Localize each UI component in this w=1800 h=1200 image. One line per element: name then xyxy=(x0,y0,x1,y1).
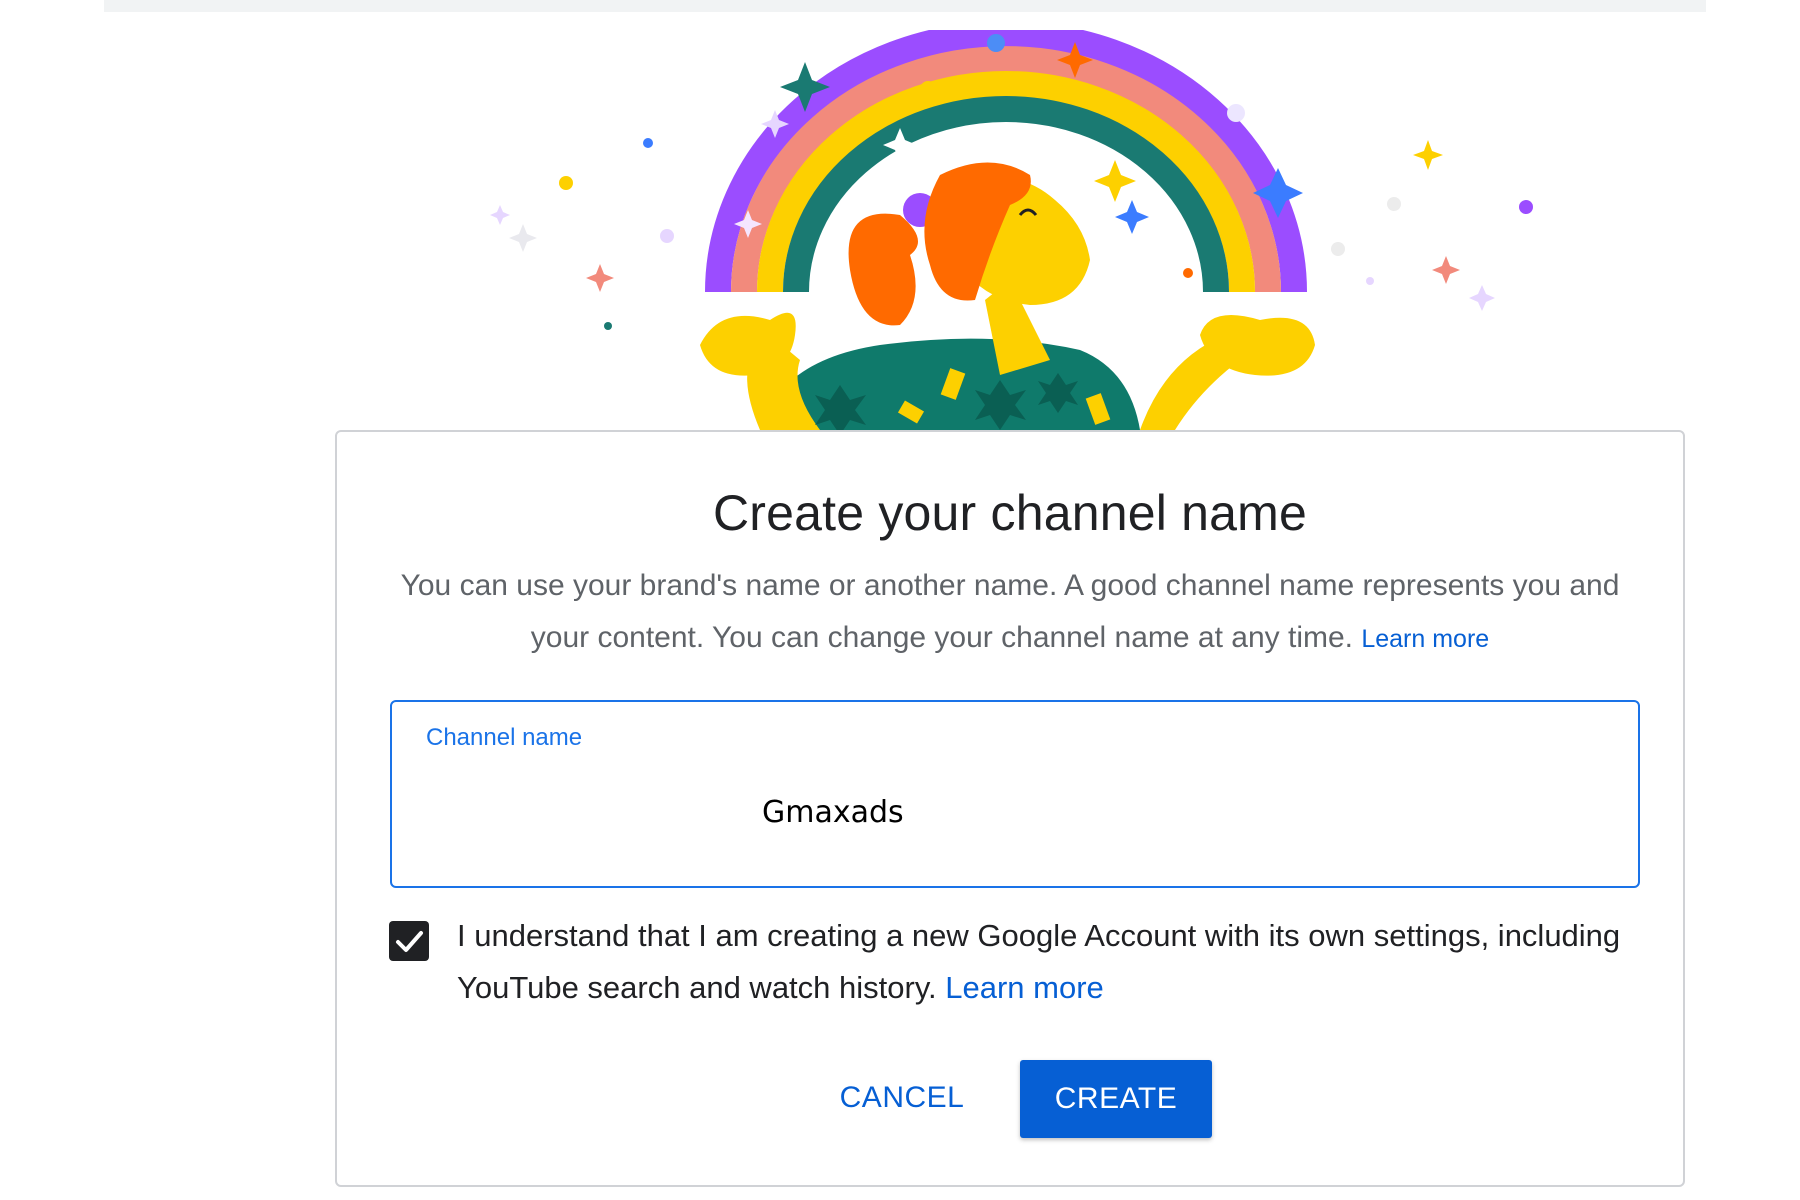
top-strip xyxy=(104,0,1706,12)
channel-name-input[interactable] xyxy=(422,762,1602,862)
create-button[interactable]: CREATE xyxy=(1020,1060,1212,1138)
rainbow-person-illustration xyxy=(490,30,1533,430)
channel-name-label: Channel name xyxy=(426,724,583,751)
description-learn-more-link[interactable]: Learn more xyxy=(1361,625,1489,653)
cancel-button[interactable]: CANCEL xyxy=(827,1060,977,1136)
consent-checkbox[interactable] xyxy=(389,921,429,961)
consent-text-block: I understand that I am creating a new Go… xyxy=(457,910,1637,1014)
create-channel-dialog: Create your channel name You can use you… xyxy=(335,430,1685,1187)
dialog-title: Create your channel name xyxy=(712,485,1308,541)
channel-name-field[interactable]: Channel name xyxy=(390,700,1640,888)
consent-learn-more-link[interactable]: Learn more xyxy=(945,970,1104,1005)
dialog-description: You can use your brand's name or another… xyxy=(397,560,1623,665)
checkmark-icon xyxy=(396,931,423,952)
